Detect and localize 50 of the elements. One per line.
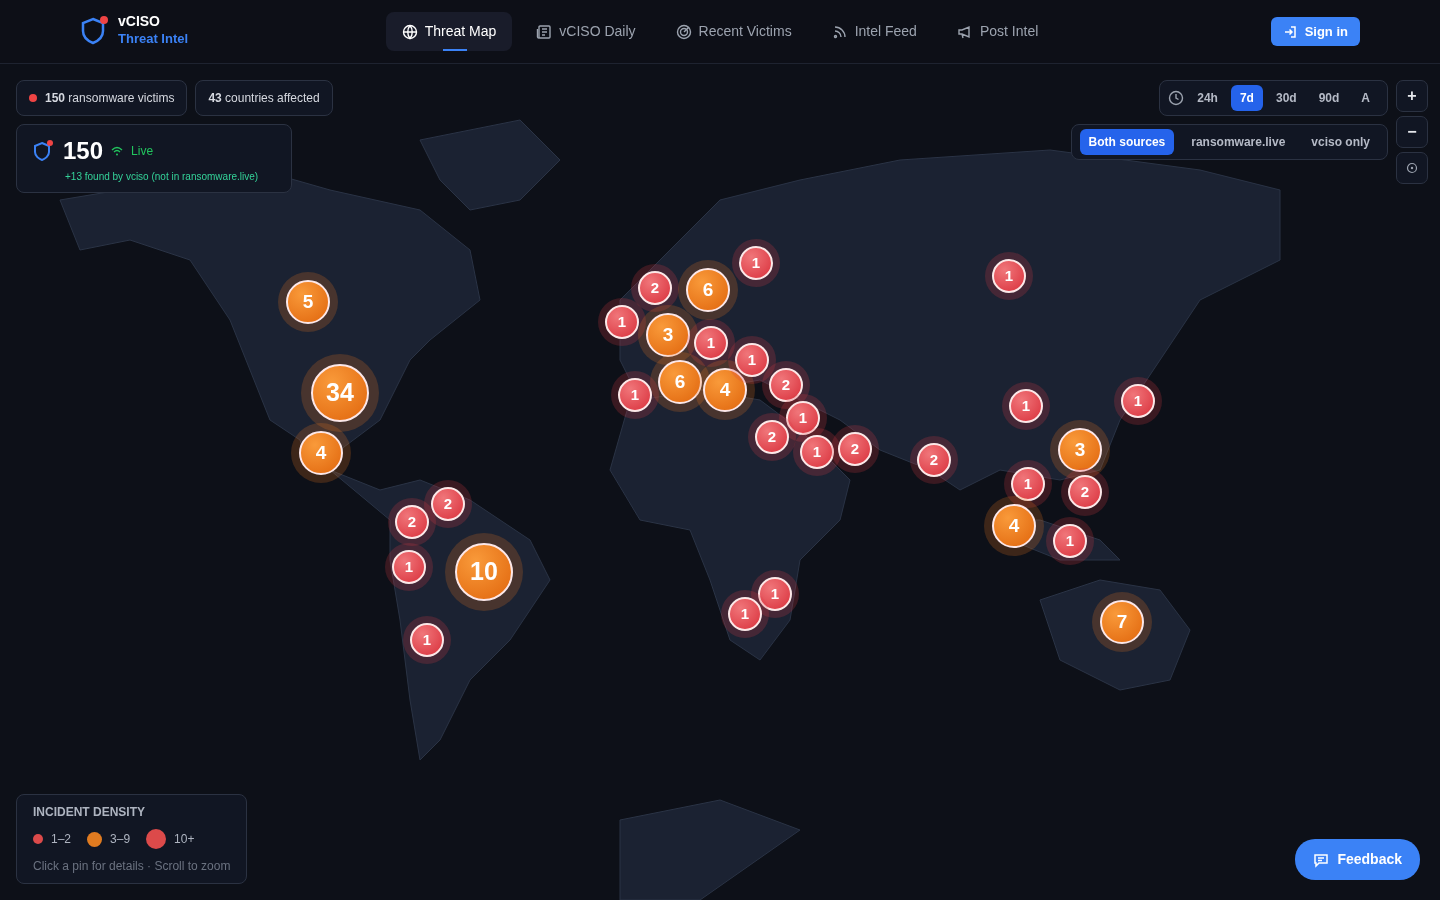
nav-tab[interactable]: vCISO Daily <box>520 12 652 51</box>
radar-icon <box>675 23 692 40</box>
sign-in-icon <box>1282 24 1297 39</box>
time-range-option[interactable]: 7d <box>1230 85 1263 111</box>
globe-icon <box>401 23 418 40</box>
incident-pin[interactable]: 4 <box>992 504 1036 548</box>
victims-count-text: 150 ransomware victims <box>45 90 175 107</box>
incident-pin[interactable]: 1 <box>618 378 652 412</box>
nav-tab[interactable]: Recent Victims <box>659 12 808 51</box>
legend-label: 3–9 <box>110 831 131 848</box>
sign-in-button[interactable]: Sign in <box>1270 16 1360 47</box>
incident-pin[interactable]: 2 <box>1068 475 1102 509</box>
incident-pin[interactable]: 2 <box>838 432 872 466</box>
time-range-option[interactable]: 90d <box>1309 85 1349 111</box>
source-option[interactable]: Both sources <box>1079 129 1175 155</box>
brand-subtitle: Threat Intel <box>118 30 189 49</box>
nav-tab[interactable]: Threat Map <box>385 12 513 51</box>
source-option[interactable]: vciso only <box>1302 129 1379 155</box>
source-option[interactable]: ransomware.live <box>1182 129 1295 155</box>
chat-icon <box>1313 851 1330 868</box>
shield-icon <box>33 139 55 163</box>
legend-title: INCIDENT DENSITY <box>33 804 146 821</box>
incident-pin[interactable]: 1 <box>786 401 820 435</box>
legend-hint: Click a pin for details · Scroll to zoom <box>33 858 231 875</box>
clock-icon <box>1168 90 1185 106</box>
time-range-option[interactable]: 24h <box>1188 85 1227 111</box>
status-dot-icon <box>29 94 37 102</box>
megaphone-icon <box>956 23 973 40</box>
incident-pin[interactable]: 1 <box>1121 384 1155 418</box>
rss-icon <box>831 23 848 40</box>
incident-pin[interactable]: 1 <box>1011 467 1045 501</box>
newspaper-icon <box>536 23 553 40</box>
nav-tab[interactable]: Post Intel <box>940 12 1055 51</box>
zoom-in-button[interactable]: + <box>1396 80 1428 112</box>
reset-view-button[interactable] <box>1396 152 1428 184</box>
target-icon <box>1406 162 1418 174</box>
victims-total: 150 <box>63 136 104 166</box>
feedback-button[interactable]: Feedback <box>1295 839 1420 880</box>
time-range-option[interactable]: 30d <box>1266 85 1306 111</box>
brand-name: vCISO <box>118 14 161 30</box>
time-range-option[interactable]: A <box>1352 85 1379 111</box>
legend-label: 10+ <box>174 831 195 848</box>
incident-pin[interactable]: 1 <box>605 305 639 339</box>
live-status: Live <box>131 143 154 160</box>
vciso-found-note: +13 found by vciso (not in ransomware.live) <box>64 170 260 184</box>
legend-label: 1–2 <box>51 831 72 848</box>
nav-tab[interactable]: Intel Feed <box>815 12 933 51</box>
countries-count-text: 43 countries affected <box>208 91 320 105</box>
wifi-icon <box>111 146 124 156</box>
zoom-out-button[interactable]: − <box>1396 116 1428 148</box>
